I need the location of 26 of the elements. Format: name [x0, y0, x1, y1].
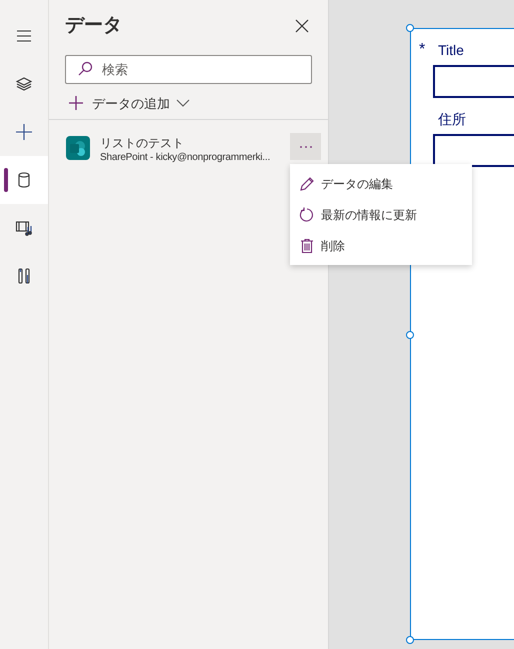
- search-field[interactable]: 検索: [65, 54, 312, 84]
- media-icon: [15, 219, 33, 237]
- plus-icon: [68, 95, 84, 112]
- refresh-icon: [299, 206, 315, 222]
- search-icon: [77, 60, 93, 76]
- field-label: 住所: [438, 110, 466, 128]
- source-detail: SharePoint - kicky@nonprogrammerki...: [100, 151, 272, 165]
- pencil-icon: [299, 176, 315, 192]
- rail-item[interactable]: [0, 156, 48, 204]
- menu-item[interactable]: 削除: [290, 230, 472, 261]
- add-data-button[interactable]: データの追加: [68, 94, 190, 113]
- resize-handle[interactable]: [406, 636, 414, 644]
- resize-handle[interactable]: [406, 331, 414, 339]
- resize-handle[interactable]: [406, 24, 414, 32]
- source-name: リストのテスト: [100, 135, 185, 151]
- menu-item[interactable]: データの編集: [290, 168, 472, 199]
- panel-title: データ: [65, 14, 122, 38]
- more-icon: [298, 144, 312, 148]
- required-mark: *: [419, 41, 426, 58]
- chevron-down-icon: [176, 98, 190, 108]
- sharepoint-icon: [66, 136, 90, 160]
- field-label: Title: [438, 40, 464, 60]
- trash-icon: [299, 238, 315, 254]
- layers-icon: [15, 75, 33, 93]
- menu-item[interactable]: 最新の情報に更新: [290, 199, 472, 230]
- plus-icon: [15, 123, 33, 141]
